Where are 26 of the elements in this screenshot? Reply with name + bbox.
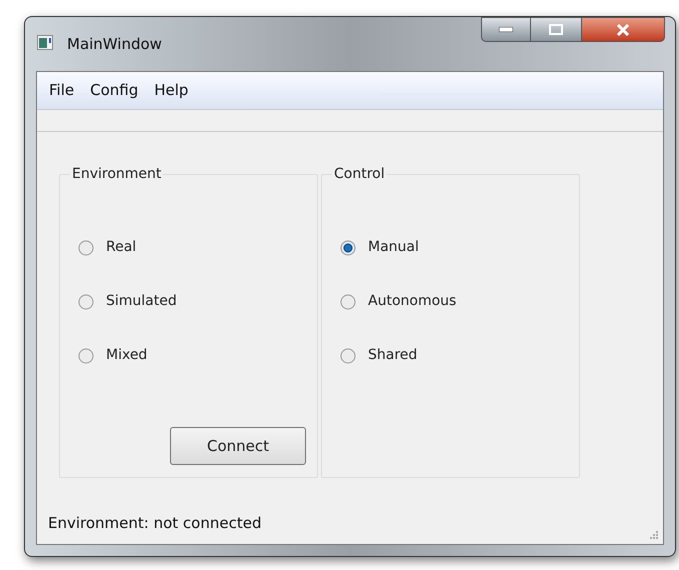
window-title: MainWindow [67, 34, 162, 55]
status-text: Environment: not connected [48, 512, 262, 534]
radio-label[interactable]: Autonomous [368, 291, 456, 312]
close-icon [616, 24, 630, 36]
app-icon [37, 35, 55, 51]
menu-item[interactable]: Config [82, 79, 146, 102]
maximize-icon [549, 24, 563, 35]
radio-button[interactable] [78, 294, 94, 310]
minimize-button[interactable] [481, 17, 531, 42]
close-button[interactable] [581, 17, 665, 42]
radio-button[interactable] [340, 240, 356, 256]
radio-button[interactable] [340, 348, 356, 364]
radio-label[interactable]: Real [106, 237, 136, 258]
radio-label[interactable]: Manual [368, 237, 419, 258]
minimize-icon [499, 27, 513, 32]
resize-grip-icon [649, 530, 659, 540]
connect-button[interactable]: Connect [170, 427, 306, 465]
menu-item[interactable]: Help [146, 79, 196, 102]
radio-button[interactable] [340, 294, 356, 310]
menu-item[interactable]: File [41, 79, 82, 102]
radio-button[interactable] [78, 240, 94, 256]
radio-label[interactable]: Shared [368, 345, 418, 366]
radio-label[interactable]: Simulated [106, 291, 177, 312]
maximize-button[interactable] [531, 17, 581, 42]
radio-label[interactable]: Mixed [106, 345, 148, 366]
radio-button[interactable] [78, 348, 94, 364]
